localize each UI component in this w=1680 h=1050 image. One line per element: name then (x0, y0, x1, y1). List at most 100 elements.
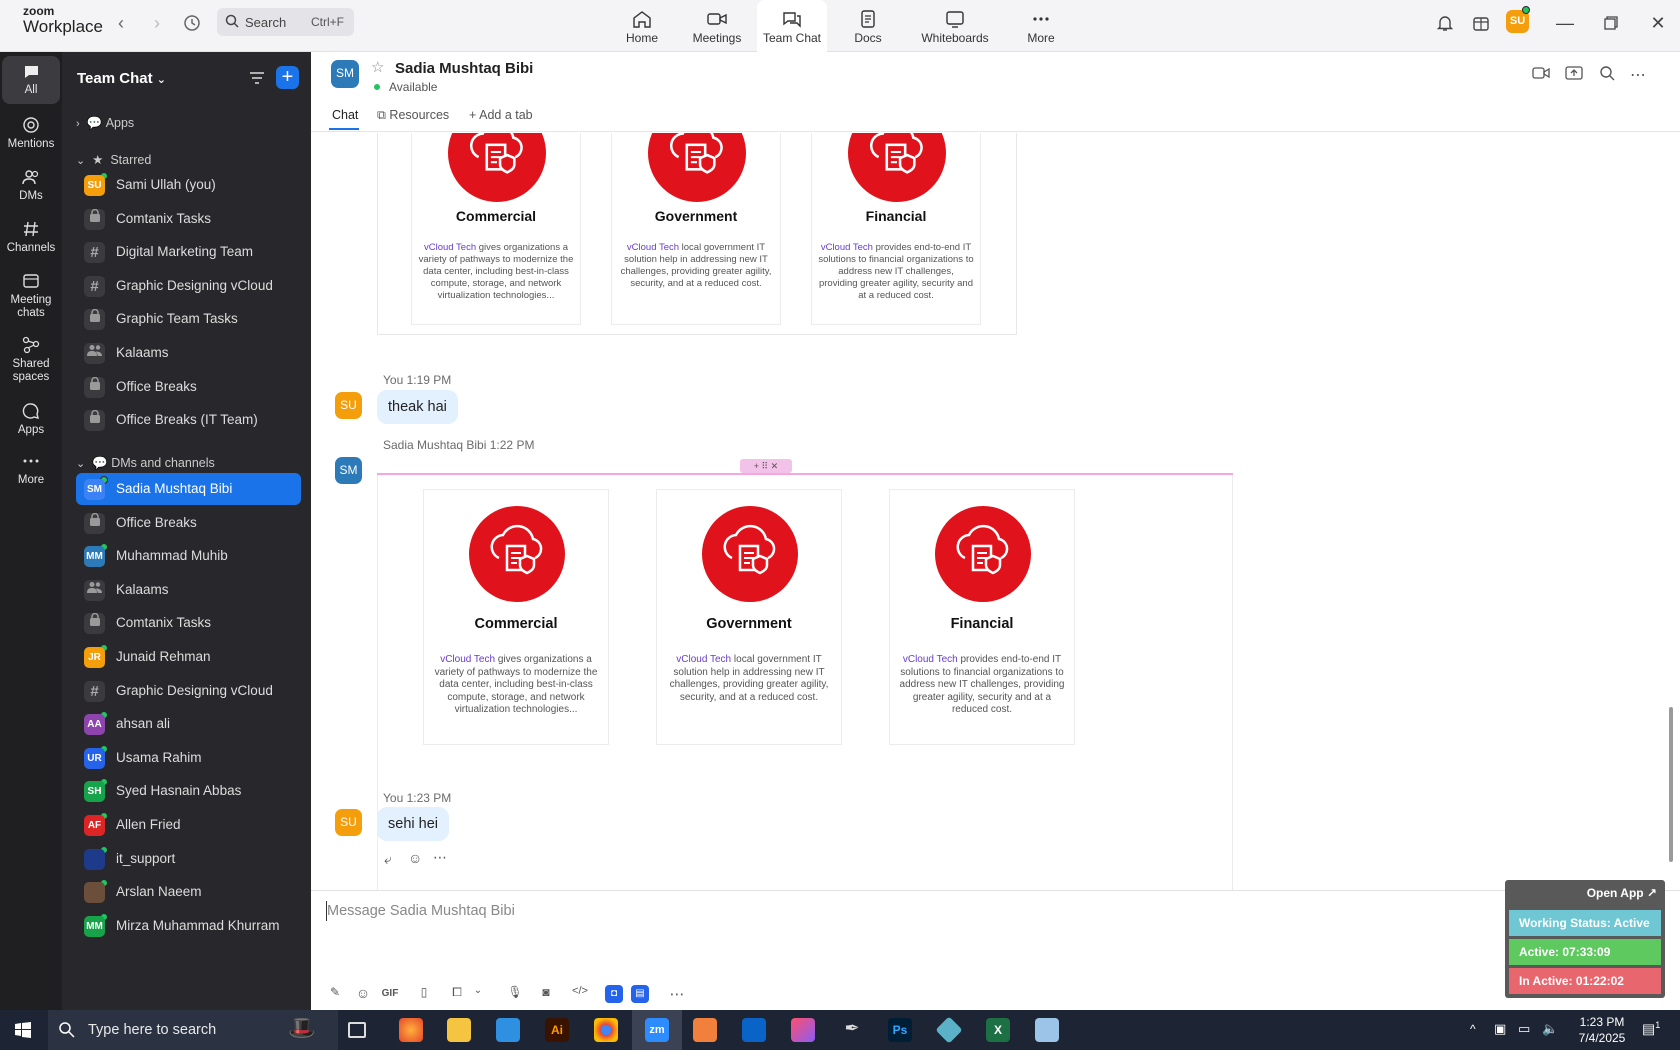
clock[interactable]: 1:23 PM 7/4/2025 (1572, 1014, 1632, 1046)
app-icon-1[interactable]: ◘ (605, 985, 623, 1003)
sidebar-item[interactable]: Office Breaks (IT Team) (76, 404, 301, 436)
contact-name[interactable]: Sadia Mushtaq Bibi (395, 60, 533, 77)
illustrator-icon[interactable]: Ai (545, 1018, 569, 1042)
rail-mentions[interactable]: Mentions (2, 116, 60, 151)
starred-section-header[interactable]: ⌄ ★ Starred (76, 152, 151, 167)
pen-tool-icon[interactable]: ✒ (840, 1018, 864, 1042)
new-chat-plus-icon[interactable]: + (276, 66, 299, 89)
tab-whiteboards[interactable]: Whiteboards (918, 0, 992, 52)
tab-team-chat[interactable]: Team Chat (757, 0, 827, 52)
format-icon[interactable]: ✎ (326, 985, 344, 1003)
photoshop-icon[interactable]: Ps (888, 1018, 912, 1042)
firefox-icon[interactable] (399, 1018, 423, 1042)
apps-section-header[interactable]: › 💬 Apps (76, 116, 134, 131)
history-icon[interactable] (181, 12, 203, 34)
sidebar-item[interactable]: it_support (76, 843, 301, 875)
sidebar-item[interactable]: AF Allen Fried (76, 809, 301, 841)
bell-icon[interactable] (1434, 12, 1456, 34)
back-arrow-icon[interactable]: ‹ (110, 12, 132, 34)
image-toolbar[interactable]: + ⠿ ✕ (740, 459, 792, 473)
sidebar-item[interactable]: Office Breaks (76, 507, 301, 539)
windows-start-icon[interactable] (14, 1021, 32, 1044)
reply-icon[interactable]: ⤶ (384, 851, 392, 868)
rail-all[interactable]: All (2, 56, 60, 104)
file-icon[interactable]: ▯ (415, 985, 433, 1003)
video-call-icon[interactable] (1532, 66, 1550, 85)
sidebar-item[interactable]: SU Sami Ullah (you) (76, 169, 301, 201)
rail-more[interactable]: More (2, 452, 60, 487)
rail-shared-spaces[interactable]: Shared spaces (2, 336, 60, 384)
sidebar-item[interactable]: # Graphic Designing vCloud (76, 270, 301, 302)
close-icon[interactable]: ✕ (1647, 12, 1669, 34)
tab-home[interactable]: Home (620, 0, 664, 52)
sidebar-item[interactable]: JR Junaid Rehman (76, 641, 301, 673)
sidebar-item[interactable]: # Graphic Designing vCloud (76, 675, 301, 707)
add-reaction-icon[interactable]: ☺ (408, 850, 422, 866)
dms-section-header[interactable]: ⌄ 💬 DMs and channels (76, 456, 215, 471)
sidebar-item[interactable]: # Digital Marketing Team (76, 236, 301, 268)
search-icon[interactable] (1599, 65, 1615, 86)
tray-app-icon[interactable]: ▣ (1494, 1021, 1506, 1037)
rail-channels[interactable]: Channels (2, 220, 60, 255)
file-explorer-icon[interactable] (447, 1018, 471, 1042)
code-icon[interactable]: </> (571, 985, 589, 1003)
tab-resources[interactable]: ⧉ Resources (377, 108, 449, 123)
sidebar-title[interactable]: Team Chat ⌄ (77, 70, 166, 87)
app-icon-orange[interactable] (693, 1018, 717, 1042)
rail-apps[interactable]: Apps (2, 402, 60, 437)
image-attachment-1[interactable]: Commercial vCloud Tech gives organization… (377, 133, 1017, 335)
sender-avatar[interactable]: SM (335, 457, 362, 484)
tab-docs[interactable]: Docs (850, 0, 886, 52)
gif-button[interactable]: GIF (379, 988, 401, 1006)
sidebar-item[interactable]: AA ahsan ali (76, 708, 301, 740)
star-outline-icon[interactable]: ☆ (371, 58, 384, 76)
maximize-icon[interactable] (1600, 12, 1622, 34)
rail-meeting-chats[interactable]: Meeting chats (2, 272, 60, 320)
sidebar-item[interactable]: Kalaams (76, 574, 301, 606)
screenshot-icon[interactable]: ⧠ (448, 985, 466, 1003)
app-icon-2[interactable]: ▤ (631, 985, 649, 1003)
tab-add[interactable]: + Add a tab (469, 108, 533, 122)
task-view-icon[interactable] (348, 1022, 366, 1038)
taskbar-search-box[interactable]: Type here to search 🎩 (48, 1010, 338, 1050)
sidebar-item[interactable]: Office Breaks (76, 371, 301, 403)
message-bubble[interactable]: theak hai (377, 390, 458, 424)
search-box[interactable]: Search Ctrl+F (217, 8, 354, 36)
sidebar-item[interactable]: Comtanix Tasks (76, 607, 301, 639)
sidebar-item[interactable]: MM Muhammad Muhib (76, 540, 301, 572)
tray-chevron-up-icon[interactable]: ^ (1470, 1022, 1476, 1036)
sidebar-item[interactable]: Graphic Team Tasks (76, 303, 301, 335)
filter-icon[interactable] (248, 69, 266, 87)
chrome-icon[interactable] (594, 1018, 618, 1042)
tab-meetings[interactable]: Meetings (690, 0, 744, 52)
message-input[interactable]: Message Sadia Mushtaq Bibi (327, 903, 515, 919)
app-icon-diamond[interactable] (935, 1016, 963, 1044)
notification-center-icon[interactable]: ▤1 (1642, 1020, 1660, 1038)
forward-arrow-icon[interactable]: › (146, 12, 168, 34)
scrollbar-thumb[interactable] (1669, 707, 1673, 862)
sidebar-item[interactable]: SH Syed Hasnain Abbas (76, 775, 301, 807)
tab-chat[interactable]: Chat (332, 108, 358, 122)
zoom-taskbar-active[interactable]: zm (632, 1010, 682, 1050)
volume-icon[interactable]: 🔈 (1542, 1021, 1558, 1037)
rail-dms[interactable]: DMs (2, 168, 60, 203)
contact-avatar[interactable]: SM (331, 60, 359, 88)
sender-avatar[interactable]: SU (335, 809, 362, 836)
sender-avatar[interactable]: SU (335, 392, 362, 419)
chevron-down-icon[interactable]: ⌄ (469, 985, 487, 1003)
microphone-icon[interactable]: 🎙 (506, 985, 524, 1003)
vscode-icon[interactable] (496, 1018, 520, 1042)
outlook-icon[interactable] (742, 1018, 766, 1042)
more-options-icon[interactable]: ⋯ (1630, 65, 1646, 85)
share-screen-icon[interactable] (1565, 65, 1583, 86)
open-app-link[interactable]: Open App ↗ (1587, 886, 1657, 900)
video-message-icon[interactable]: ◙ (537, 985, 555, 1003)
calendar-gift-icon[interactable] (1470, 12, 1492, 34)
minimize-icon[interactable]: — (1554, 12, 1576, 34)
notepad-icon[interactable] (1035, 1018, 1059, 1042)
message-bubble[interactable]: sehi hei (377, 807, 449, 841)
network-icon[interactable]: ▭ (1518, 1021, 1530, 1037)
sidebar-item[interactable]: SM Sadia Mushtaq Bibi (76, 473, 301, 505)
image-attachment-2[interactable]: Commercial vCloud Tech gives organization… (377, 475, 1233, 890)
message-more-icon[interactable]: ⋯ (433, 849, 447, 866)
